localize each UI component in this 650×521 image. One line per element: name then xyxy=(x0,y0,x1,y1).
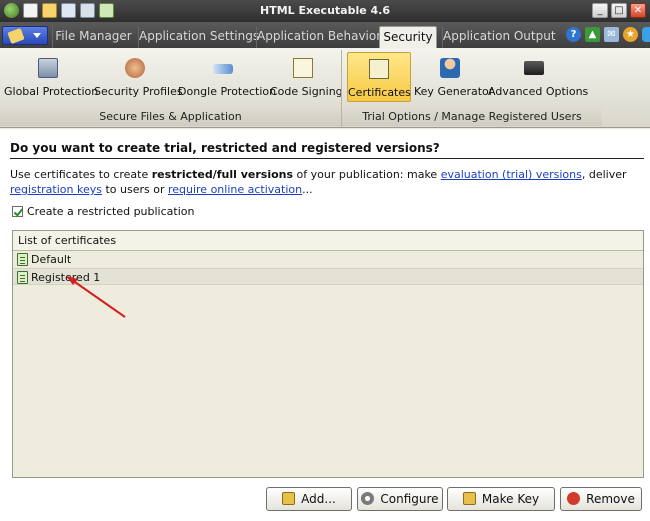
tab-application-settings[interactable]: Application Settings xyxy=(138,26,259,48)
make-key-button[interactable]: Make Key xyxy=(447,487,555,511)
profile-shield-icon xyxy=(125,58,145,78)
twitter-icon[interactable] xyxy=(642,27,650,42)
title-bar: HTML Executable 4.6 _ □ ✕ xyxy=(0,0,650,22)
security-profiles-label: Security Profiles xyxy=(94,85,183,98)
arrow-line xyxy=(71,279,126,318)
monitor-shield-icon xyxy=(38,58,58,78)
chevron-down-icon xyxy=(33,33,41,38)
card-settings-icon xyxy=(524,61,544,75)
window-title: HTML Executable 4.6 xyxy=(259,4,391,17)
remove-button-label: Remove xyxy=(586,492,635,506)
main-content: Do you want to create trial, restricted … xyxy=(0,129,650,521)
update-arrow-icon[interactable]: ▲ xyxy=(585,27,600,42)
make-key-button-label: Make Key xyxy=(481,492,540,506)
code-signing-button[interactable]: Code Signing xyxy=(270,52,343,102)
tab-application-output[interactable]: Application Output xyxy=(442,26,556,48)
app-menu-icon xyxy=(7,27,25,45)
signed-document-icon xyxy=(293,58,313,78)
dongle-protection-label: Dongle Protection xyxy=(178,85,277,98)
tab-application-behavior[interactable]: Application Behavior xyxy=(256,26,381,48)
maximize-button[interactable]: □ xyxy=(611,3,627,18)
advanced-options-label: Advanced Options xyxy=(488,85,589,98)
tab-row-icons: ? ▲ ✉ ★ xyxy=(566,27,650,42)
global-protection-label: Global Protection xyxy=(4,85,99,98)
add-button-label: Add... xyxy=(301,492,336,506)
lock-icon xyxy=(282,492,296,505)
ribbon-group-label: Trial Options / Manage Registered Users xyxy=(342,108,602,126)
minimize-button[interactable]: _ xyxy=(592,3,608,18)
remove-icon xyxy=(567,492,581,505)
configure-button-label: Configure xyxy=(380,492,439,506)
key-generator-label: Key Generator xyxy=(414,85,494,98)
certificates-button[interactable]: Certificates xyxy=(347,52,411,102)
close-button[interactable]: ✕ xyxy=(630,3,646,18)
user-key-icon xyxy=(440,58,460,78)
certificates-label: Certificates xyxy=(348,86,411,99)
security-profiles-button[interactable]: Security Profiles xyxy=(94,52,183,102)
tab-security[interactable]: Security xyxy=(379,26,437,48)
usb-dongle-icon xyxy=(213,64,233,74)
annotation-arrow xyxy=(66,276,126,318)
star-icon[interactable]: ★ xyxy=(623,27,638,42)
code-signing-label: Code Signing xyxy=(270,85,343,98)
ribbon-group-label: Secure Files & Application xyxy=(0,108,341,126)
global-protection-button[interactable]: Global Protection xyxy=(4,52,99,102)
key-generator-button[interactable]: Key Generator xyxy=(414,52,494,102)
advanced-options-button[interactable]: Advanced Options xyxy=(488,52,589,102)
gear-icon xyxy=(361,492,375,505)
application-menu-button[interactable] xyxy=(2,26,48,45)
dongle-protection-button[interactable]: Dongle Protection xyxy=(178,52,277,102)
key-icon xyxy=(462,492,476,505)
help-icon[interactable]: ? xyxy=(566,27,581,42)
ribbon-tab-row: File Manager Application Settings Applic… xyxy=(0,22,650,48)
certificate-icon xyxy=(369,59,389,79)
configure-button[interactable]: Configure xyxy=(357,487,443,511)
window-controls: _ □ ✕ xyxy=(592,3,646,18)
add-button[interactable]: Add... xyxy=(266,487,352,511)
ribbon-panel: Global Protection Security Profiles Dong… xyxy=(0,48,650,128)
remove-button[interactable]: Remove xyxy=(560,487,642,511)
tab-file-manager[interactable]: File Manager xyxy=(52,26,134,48)
feedback-icon[interactable]: ✉ xyxy=(604,27,619,42)
